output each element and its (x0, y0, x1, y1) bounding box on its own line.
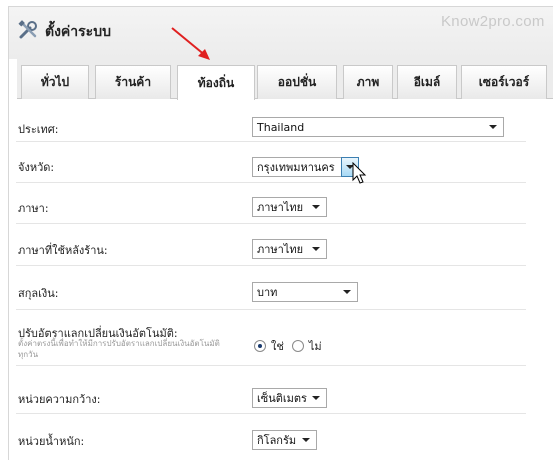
country-value: Thailand (257, 120, 305, 134)
province-select[interactable]: กรุงเทพมหานคร (252, 157, 359, 177)
form-row-currency: สกุลเงิน: บาท (16, 266, 526, 310)
form-row-language: ภาษา: ภาษาไทย (16, 183, 526, 224)
language-label: ภาษา: (18, 202, 49, 215)
length-unit-label: หน่วยความกว้าง: (18, 393, 101, 406)
radio-yes[interactable] (254, 340, 266, 352)
mouse-pointer-icon (352, 162, 367, 184)
country-select[interactable]: Thailand (252, 117, 504, 137)
auto-currency-options: ใช่ ไม่ (254, 337, 322, 355)
tab-server[interactable]: เซอร์เวอร์ (461, 65, 547, 99)
weight-unit-select[interactable]: กิโลกรัม (252, 430, 317, 450)
chevron-down-icon (312, 247, 320, 251)
currency-select[interactable]: บาท (252, 282, 358, 302)
form-row-weight-unit: หน่วยน้ำหนัก: กิโลกรัม (16, 414, 526, 460)
radio-yes-label: ใช่ (271, 340, 284, 353)
language-select[interactable]: ภาษาไทย (252, 197, 327, 217)
chevron-down-icon (343, 290, 351, 294)
form-row-admin-language: ภาษาที่ใช้หลังร้าน: ภาษาไทย (16, 224, 526, 266)
auto-currency-hint: ตั้งค่าตรงนี้เพื่อทำให้มีการปรับอัตราแลก… (18, 339, 220, 359)
tab-general[interactable]: ทั่วไป (21, 65, 89, 99)
chevron-down-icon (302, 438, 310, 442)
form-row-country: ประเทศ: Thailand (16, 108, 526, 142)
country-label: ประเทศ: (18, 123, 59, 136)
radio-no-label: ไม่ (308, 340, 322, 353)
form-row-province: จังหวัด: กรุงเทพมหานคร (16, 142, 526, 183)
currency-label: สกุลเงิน: (18, 287, 59, 300)
admin-language-value: ภาษาไทย (257, 243, 304, 256)
form-row-auto-currency: ปรับอัตราแลกเปลี่ยนเงินอัตโนมัติ: ตั้งค่… (16, 310, 526, 366)
chevron-down-icon (312, 205, 320, 209)
admin-language-label: ภาษาที่ใช้หลังร้าน: (18, 244, 108, 257)
length-unit-value: เซ็นติเมตร (257, 392, 307, 405)
radio-no[interactable] (291, 340, 304, 352)
weight-unit-value: กิโลกรัม (257, 434, 297, 447)
admin-language-select[interactable]: ภาษาไทย (252, 239, 327, 259)
weight-unit-label: หน่วยน้ำหนัก: (18, 435, 85, 448)
chevron-down-icon (489, 125, 497, 129)
length-unit-select[interactable]: เซ็นติเมตร (252, 388, 327, 408)
tab-local[interactable]: ท้องถิ่น (177, 65, 255, 100)
tab-store[interactable]: ร้านค้า (95, 65, 171, 99)
language-value: ภาษาไทย (257, 201, 304, 214)
tab-image[interactable]: ภาพ (343, 65, 393, 99)
watermark-text: Know2pro.com (441, 13, 545, 30)
tab-mail[interactable]: อีเมล์ (397, 65, 457, 99)
chevron-down-icon (312, 396, 320, 400)
annotation-arrow-icon (171, 27, 210, 60)
page-title: ตั้งค่าระบบ (45, 24, 111, 40)
form-row-length-unit: หน่วยความกว้าง: เซ็นติเมตร (16, 366, 526, 414)
tab-bar: ทั่วไป ร้านค้า ท้องถิ่น ออปชั่น ภาพ อีเม… (17, 59, 553, 100)
tab-option[interactable]: ออปชั่น (257, 65, 337, 99)
currency-value: บาท (257, 286, 278, 299)
tools-icon (18, 20, 37, 39)
province-label: จังหวัด: (18, 161, 55, 174)
